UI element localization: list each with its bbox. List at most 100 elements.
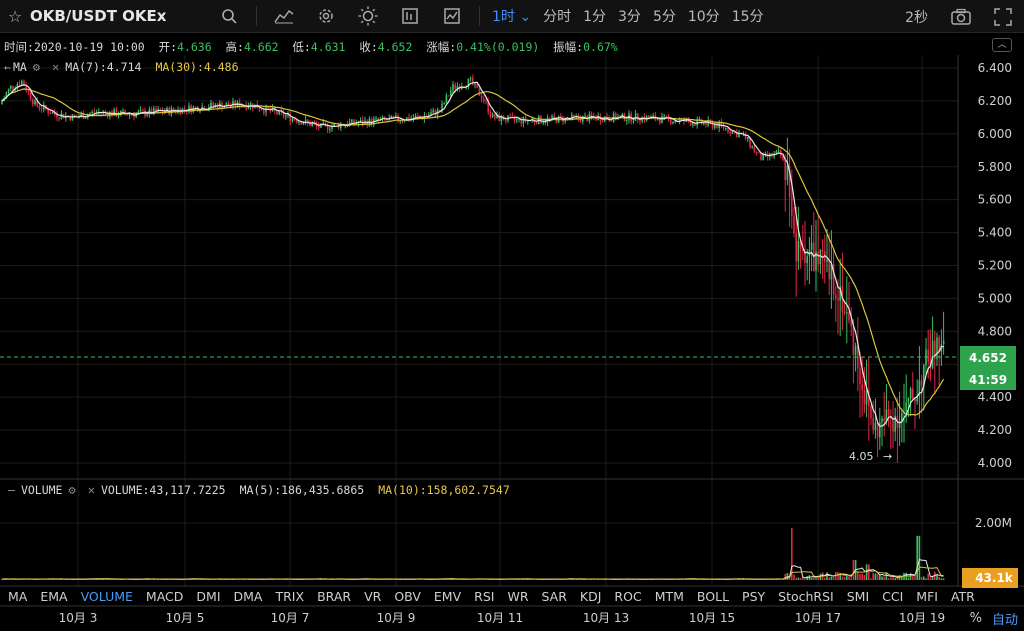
search-icon[interactable] xyxy=(208,0,250,33)
indicator-tab-roc[interactable]: ROC xyxy=(614,589,641,604)
indicator-tab-smi[interactable]: SMI xyxy=(847,589,869,604)
candle-body xyxy=(637,113,639,120)
indicator-tab-atr[interactable]: ATR xyxy=(951,589,975,604)
interval-10m[interactable]: 10分 xyxy=(688,6,720,26)
candle-body xyxy=(432,110,434,113)
interval-5m[interactable]: 5分 xyxy=(653,6,676,26)
camera-screenshot-icon[interactable] xyxy=(940,0,982,33)
settings-gear-icon[interactable] xyxy=(305,0,347,33)
ma-legend-arrow-icon[interactable]: ← xyxy=(4,60,11,74)
candle-body xyxy=(311,123,313,127)
candle-body xyxy=(560,115,562,117)
volume-ma5-line xyxy=(1,558,944,580)
indicator-tab-rsi[interactable]: RSI xyxy=(474,589,494,604)
current-volume-value: 43.1k xyxy=(975,571,1014,585)
percent-scale-button[interactable]: % xyxy=(970,611,982,626)
favorite-star-icon[interactable]: ☆ xyxy=(0,7,30,26)
ohlc-amplitude: 0.67% xyxy=(583,40,618,54)
indicator-tab-ema[interactable]: EMA xyxy=(40,589,67,604)
candle-body xyxy=(665,115,668,117)
candle-body xyxy=(793,216,795,234)
refresh-rate[interactable]: 2秒 xyxy=(905,7,928,27)
ma-settings-icon[interactable]: ⚙ xyxy=(33,60,40,74)
candle-body xyxy=(509,115,511,117)
candle-body xyxy=(652,115,654,117)
volume-legend-name[interactable]: VOLUME xyxy=(21,483,63,497)
indicator-template-icon[interactable] xyxy=(389,0,431,33)
candle-body xyxy=(835,294,837,299)
candle-body xyxy=(25,85,27,91)
volume-bar xyxy=(883,576,885,580)
candle-body xyxy=(399,120,401,122)
toolbar-divider xyxy=(256,6,257,26)
candle-body xyxy=(146,114,148,116)
fullscreen-icon[interactable] xyxy=(982,0,1024,33)
chart-type-icon[interactable] xyxy=(263,0,305,33)
candle-body xyxy=(846,312,848,314)
volume-axis-label: 2.00M xyxy=(975,516,1012,530)
indicator-tab-emv[interactable]: EMV xyxy=(434,589,461,604)
interval-1h[interactable]: 1时 ⌄ xyxy=(492,6,531,26)
indicator-tab-wr[interactable]: WR xyxy=(507,589,528,604)
candle-body xyxy=(1,100,3,105)
volume-bar xyxy=(582,579,584,580)
candles xyxy=(1,74,945,463)
interval-timeline[interactable]: 分时 xyxy=(543,6,571,26)
kline-chart[interactable]: 6.400 6.200 6.000 5.800 5.600 5.400 5.200 5.000… xyxy=(0,0,1024,631)
candle-body xyxy=(936,337,938,359)
candle-body xyxy=(403,120,406,122)
indicator-tab-mtm[interactable]: MTM xyxy=(655,589,684,604)
current-volume-tag: 43.1k xyxy=(962,568,1018,588)
indicator-tab-trix[interactable]: TRIX xyxy=(275,589,304,604)
candle-body xyxy=(760,153,762,161)
interval-15m[interactable]: 15分 xyxy=(732,6,764,26)
indicator-tab-volume[interactable]: VOLUME xyxy=(81,589,133,604)
volume-bar xyxy=(478,579,481,580)
volume-bar xyxy=(890,577,892,580)
theme-sun-icon[interactable] xyxy=(347,0,389,33)
volume-close-icon[interactable]: ✕ xyxy=(88,483,95,497)
indicator-tab-ma[interactable]: MA xyxy=(8,589,27,604)
candle-body xyxy=(445,95,448,104)
indicator-tab-obv[interactable]: OBV xyxy=(394,589,421,604)
interval-1m[interactable]: 1分 xyxy=(583,6,606,26)
candle-body xyxy=(535,121,538,124)
indicator-tab-brar[interactable]: BRAR xyxy=(317,589,351,604)
indicator-tab-dmi[interactable]: DMI xyxy=(196,589,220,604)
candle-body xyxy=(850,320,852,327)
ohlc-info: 时间:2020-10-19 10:00 开:4.636 高:4.662 低:4.… xyxy=(4,40,618,54)
collapse-chevron-icon[interactable]: ︿ xyxy=(992,38,1012,52)
candle-body xyxy=(302,123,305,125)
candle-body xyxy=(729,132,731,134)
indicator-tab-macd[interactable]: MACD xyxy=(146,589,183,604)
candle-body xyxy=(12,85,14,89)
indicator-tab-cci[interactable]: CCI xyxy=(882,589,903,604)
indicator-tab-vr[interactable]: VR xyxy=(364,589,381,604)
indicator-tab-stochrsi[interactable]: StochRSI xyxy=(778,589,834,604)
volume-settings-icon[interactable]: ⚙ xyxy=(68,483,75,497)
indicator-tab-dma[interactable]: DMA xyxy=(234,589,263,604)
interval-3m[interactable]: 3分 xyxy=(618,6,641,26)
auto-scale-button[interactable]: 自动 xyxy=(992,609,1018,628)
candle-body xyxy=(854,345,857,355)
candle-body xyxy=(296,120,298,123)
ma-legend-name[interactable]: MA xyxy=(13,60,27,74)
volume-bar xyxy=(938,576,940,580)
candle-body xyxy=(21,80,23,86)
indicator-tab-mfi[interactable]: MFI xyxy=(916,589,938,604)
symbol-title[interactable]: OKB/USDT OKEx xyxy=(30,7,208,25)
candle-body xyxy=(91,111,93,114)
candle-body xyxy=(819,249,822,265)
candle-body xyxy=(601,120,604,122)
candle-body xyxy=(931,340,934,369)
volume-legend-collapse-icon[interactable]: — xyxy=(8,483,15,497)
indicator-tab-boll[interactable]: BOLL xyxy=(697,589,729,604)
time-axis-label: 10月 19 xyxy=(899,611,945,625)
indicator-tab-sar[interactable]: SAR xyxy=(542,589,567,604)
indicator-tab-psy[interactable]: PSY xyxy=(742,589,765,604)
volume-bar xyxy=(923,576,925,580)
depth-chart-icon[interactable] xyxy=(431,0,473,33)
ma-close-icon[interactable]: ✕ xyxy=(52,60,59,74)
volume-bar xyxy=(870,578,872,580)
indicator-tab-kdj[interactable]: KDJ xyxy=(580,589,602,604)
